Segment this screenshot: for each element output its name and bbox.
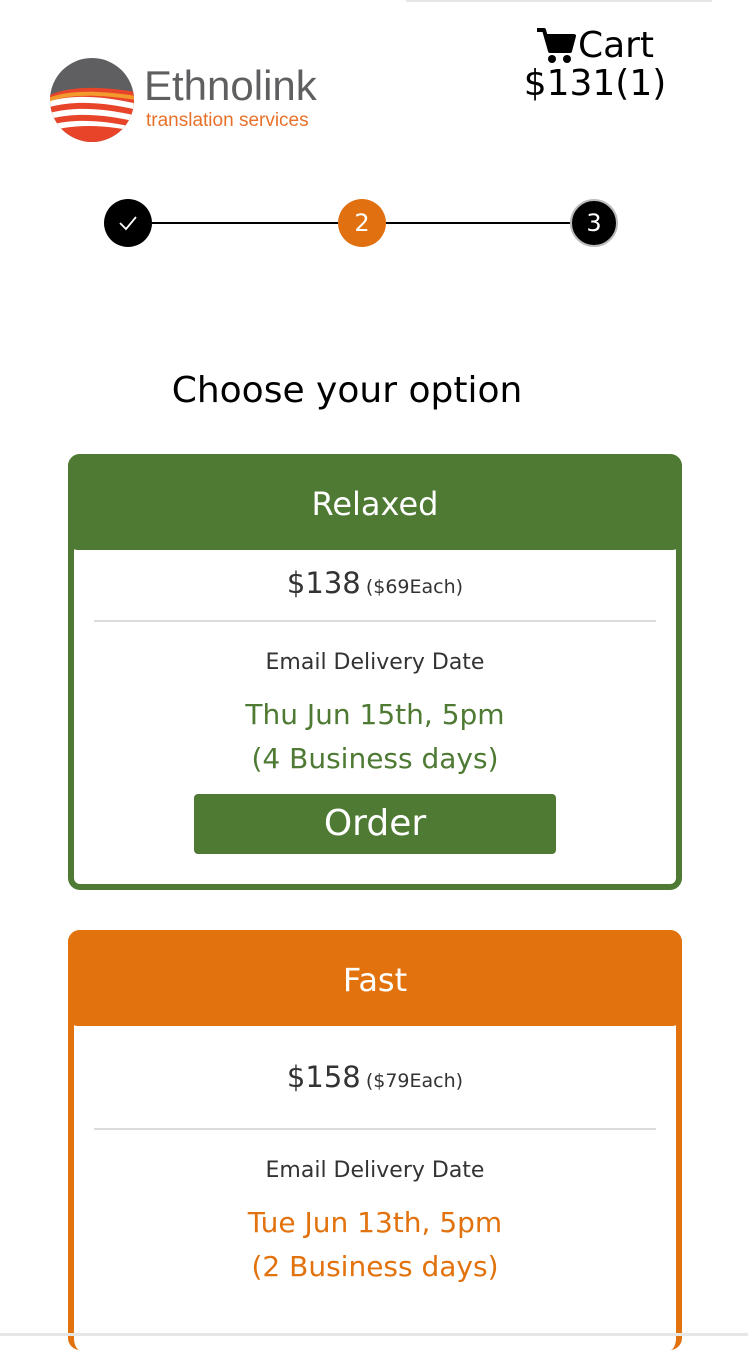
checkmark-icon xyxy=(119,216,137,231)
progress-stepper: 2 3 xyxy=(104,199,620,249)
cart-widget[interactable]: Cart $131(1) xyxy=(500,22,690,104)
cart-total: $131(1) xyxy=(523,63,667,104)
option-card-fast: Fast $158 ($79Each) Email Delivery Date … xyxy=(68,930,682,1350)
step-3-upcoming[interactable]: 3 xyxy=(570,199,618,247)
top-divider xyxy=(406,0,712,2)
delivery-label: Email Delivery Date xyxy=(265,650,485,675)
delivery-days: (4 Business days) xyxy=(251,742,499,775)
option-title: Relaxed xyxy=(68,454,682,550)
price-total: $138 xyxy=(286,566,361,600)
step-2-current[interactable]: 2 xyxy=(338,199,386,247)
order-button[interactable]: Order xyxy=(194,794,556,854)
logo-tagline: translation services xyxy=(146,110,309,131)
delivery-date: Tue Jun 13th, 5pm xyxy=(247,1206,503,1239)
step-1-complete[interactable] xyxy=(104,199,152,247)
price-total: $158 xyxy=(286,1060,361,1094)
page-title: Choose your option xyxy=(171,370,523,411)
ethnolink-logo[interactable]: Ethnolink translation services xyxy=(48,56,348,146)
logo-mark-icon xyxy=(50,58,134,142)
cart-label: Cart xyxy=(577,25,655,66)
option-card-relaxed: Relaxed $138 ($69Each) Email Delivery Da… xyxy=(68,454,682,890)
delivery-date: Thu Jun 15th, 5pm xyxy=(245,698,505,731)
price-each: ($69Each) xyxy=(365,576,464,598)
option-price: $158 ($79Each) xyxy=(74,1060,676,1094)
divider xyxy=(94,1128,656,1130)
cart-icon xyxy=(536,28,576,63)
delivery-days: (2 Business days) xyxy=(251,1250,499,1283)
logo-title: Ethnolink xyxy=(144,62,317,109)
option-title: Fast xyxy=(68,930,682,1026)
step-connector xyxy=(152,222,338,224)
option-price: $138 ($69Each) xyxy=(74,566,676,600)
delivery-label: Email Delivery Date xyxy=(265,1158,485,1183)
step-connector xyxy=(386,222,570,224)
price-each: ($79Each) xyxy=(365,1070,464,1092)
divider xyxy=(94,620,656,622)
